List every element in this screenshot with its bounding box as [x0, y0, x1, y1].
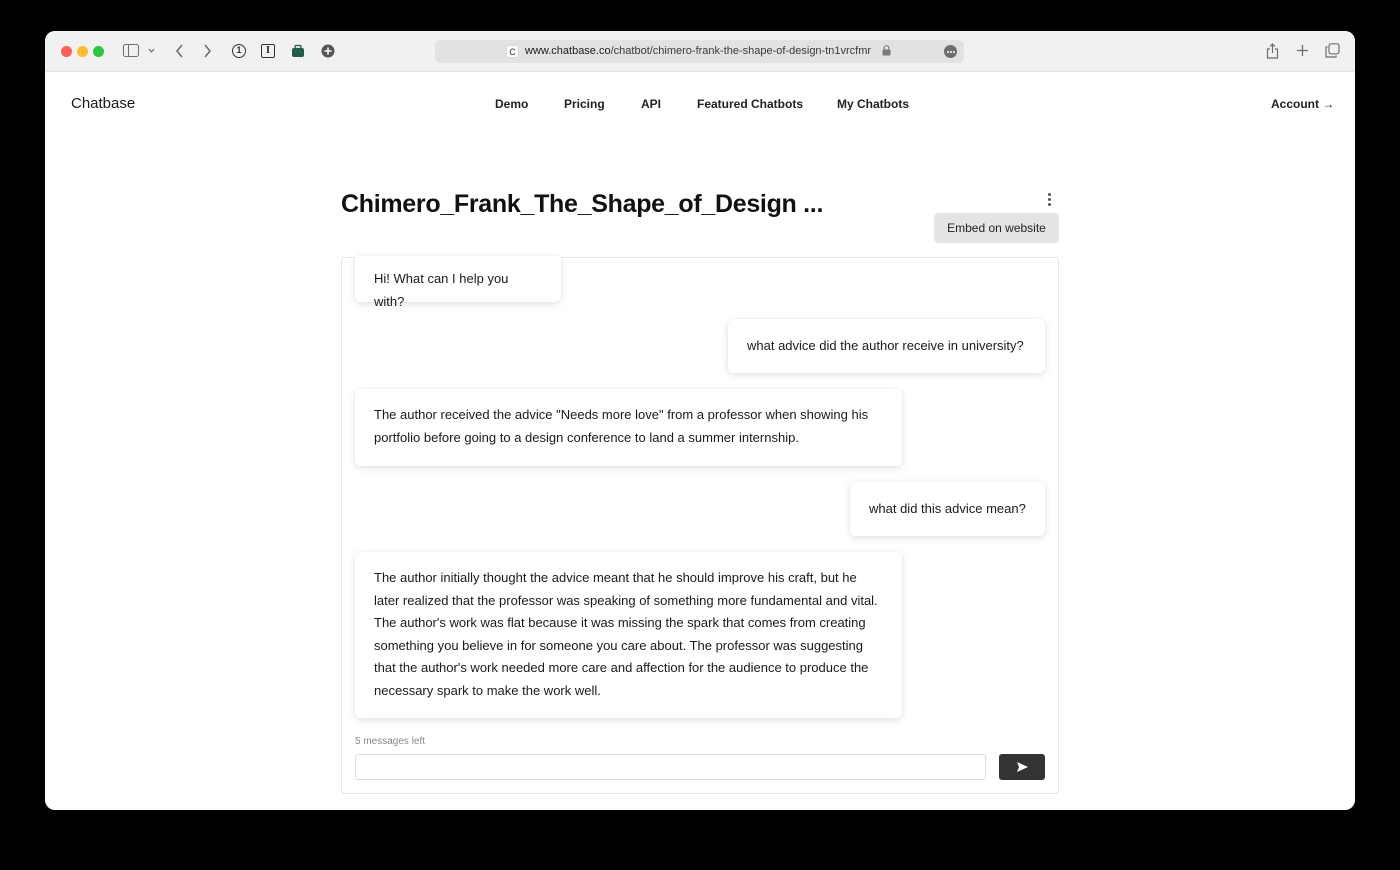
- chevron-down-icon[interactable]: [148, 48, 155, 53]
- site-header: Chatbase Demo Pricing API Featured Chatb…: [45, 72, 1355, 132]
- site-favicon: C: [506, 45, 519, 58]
- nav-api[interactable]: API: [641, 97, 661, 111]
- bot-message: The author initially thought the advice …: [355, 552, 902, 718]
- chat-window: Hi! What can I help you with? what advic…: [341, 256, 1059, 794]
- add-extension-icon[interactable]: [321, 44, 335, 58]
- nav-demo[interactable]: Demo: [495, 97, 528, 111]
- more-options-icon[interactable]: [1048, 193, 1052, 207]
- back-icon[interactable]: [175, 44, 184, 58]
- forward-icon[interactable]: [203, 44, 212, 58]
- lock-icon: [882, 45, 891, 56]
- new-tab-icon[interactable]: [1296, 44, 1309, 57]
- account-link[interactable]: Account →: [1271, 97, 1334, 111]
- bot-message: The author received the advice "Needs mo…: [355, 389, 902, 466]
- browser-toolbar: 1 I C www.chatbase.co/chatbot/chimero-fr…: [45, 31, 1355, 72]
- zoom-window-button[interactable]: [93, 46, 104, 57]
- page-menu-icon[interactable]: [944, 45, 957, 58]
- url-text[interactable]: www.chatbase.co/chatbot/chimero-frank-th…: [525, 45, 871, 57]
- embed-on-website-button[interactable]: Embed on website: [934, 213, 1059, 243]
- chat-input[interactable]: [355, 754, 986, 780]
- chatbot-title: Chimero_Frank_The_Shape_of_Design ...: [341, 190, 824, 218]
- instapaper-extension-icon[interactable]: I: [261, 44, 275, 58]
- toolbox-extension-icon[interactable]: [291, 44, 305, 58]
- address-bar[interactable]: C www.chatbase.co/chatbot/chimero-frank-…: [435, 40, 964, 63]
- sidebar-toggle-icon[interactable]: [123, 44, 139, 57]
- minimize-window-button[interactable]: [77, 46, 88, 57]
- nav-featured-chatbots[interactable]: Featured Chatbots: [697, 97, 803, 111]
- site-logo[interactable]: Chatbase: [71, 95, 135, 112]
- tab-overview-icon[interactable]: [1325, 43, 1340, 58]
- close-window-button[interactable]: [61, 46, 72, 57]
- nav-my-chatbots[interactable]: My Chatbots: [837, 97, 909, 111]
- user-message: what did this advice mean?: [850, 482, 1045, 536]
- send-icon: [1017, 762, 1028, 772]
- password-manager-extension-icon[interactable]: 1: [232, 44, 246, 58]
- send-button[interactable]: [999, 754, 1045, 780]
- share-icon[interactable]: [1266, 43, 1279, 59]
- user-message: what advice did the author receive in un…: [728, 319, 1045, 373]
- bot-message: Hi! What can I help you with?: [355, 256, 561, 309]
- messages-left-counter: 5 messages left: [355, 736, 426, 747]
- nav-pricing[interactable]: Pricing: [564, 97, 605, 111]
- browser-window: 1 I C www.chatbase.co/chatbot/chimero-fr…: [45, 31, 1355, 810]
